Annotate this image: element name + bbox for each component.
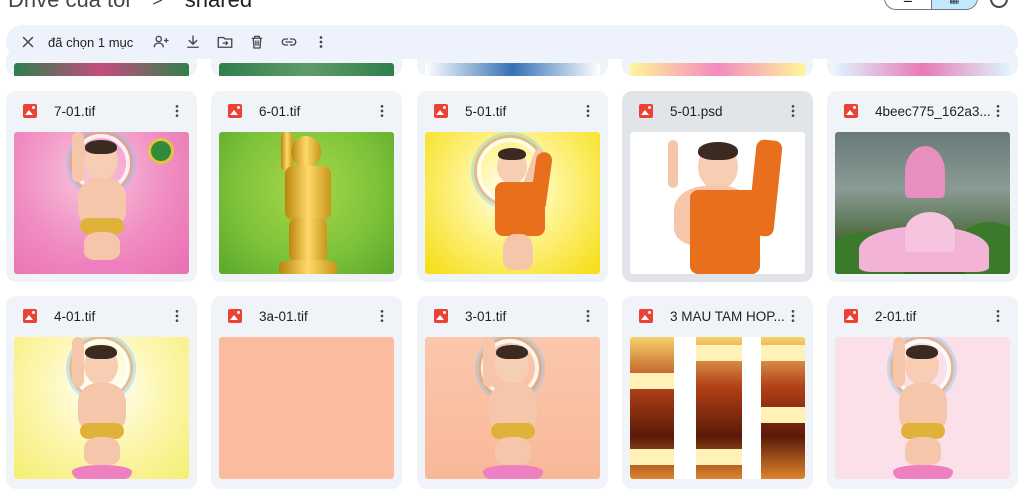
file-thumbnail	[219, 63, 394, 76]
share-button[interactable]	[145, 26, 177, 58]
breadcrumb: Drive của tôi > shared	[8, 0, 252, 14]
file-thumbnail	[425, 132, 600, 274]
image-file-icon	[639, 104, 653, 118]
more-options-button[interactable]	[578, 306, 598, 326]
file-name: 3-01.tif	[465, 308, 507, 324]
more-vert-icon	[586, 310, 590, 322]
list-icon: ☰	[903, 0, 913, 5]
more-options-button[interactable]	[988, 101, 1008, 121]
image-file-icon	[639, 309, 653, 323]
image-file-icon	[23, 104, 37, 118]
copy-link-button[interactable]	[273, 26, 305, 58]
image-file-icon	[228, 309, 242, 323]
delete-button[interactable]	[241, 26, 273, 58]
more-options-button[interactable]	[578, 101, 598, 121]
file-card[interactable]: 3a-01.tif	[211, 296, 402, 489]
info-icon[interactable]	[990, 0, 1008, 8]
grid-view-button[interactable]: ▦	[930, 0, 977, 9]
file-thumbnail	[630, 132, 805, 274]
breadcrumb-root[interactable]: Drive của tôi	[8, 0, 130, 13]
more-options-button[interactable]	[372, 101, 392, 121]
more-vert-icon	[791, 310, 795, 322]
more-vert-icon	[319, 36, 323, 48]
more-options-button[interactable]	[783, 306, 803, 326]
file-thumbnail	[630, 63, 805, 76]
file-thumbnail	[219, 337, 394, 479]
list-view-button[interactable]: ☰	[885, 0, 931, 9]
file-card[interactable]: 2-01.tif	[827, 296, 1018, 489]
file-card[interactable]: 4beec775_162a3...	[827, 91, 1018, 282]
file-card-selected[interactable]: 5-01.psd	[622, 91, 813, 282]
clear-selection-button[interactable]	[12, 26, 44, 58]
download-button[interactable]	[177, 26, 209, 58]
file-name: 6-01.tif	[259, 103, 301, 119]
more-vert-icon	[380, 105, 384, 117]
file-thumbnail	[425, 63, 600, 76]
link-icon	[281, 38, 297, 46]
image-file-icon	[844, 309, 858, 323]
file-name: 4-01.tif	[54, 308, 96, 324]
more-vert-icon	[175, 310, 179, 322]
file-thumbnail	[835, 132, 1010, 274]
file-thumbnail	[630, 337, 805, 479]
file-name: 3a-01.tif	[259, 308, 308, 324]
image-file-icon	[844, 104, 858, 118]
more-vert-icon	[791, 105, 795, 117]
file-thumbnail	[425, 337, 600, 479]
file-name: 2-01.tif	[875, 308, 917, 324]
file-thumbnail	[14, 132, 189, 274]
file-thumbnail	[835, 63, 1010, 76]
file-name: 5-01.tif	[465, 103, 507, 119]
selection-count: đã chọn 1 mục	[48, 34, 134, 50]
file-card[interactable]: 4-01.tif	[6, 296, 197, 489]
file-thumbnail	[219, 132, 394, 274]
file-card[interactable]: 3-01.tif	[417, 296, 608, 489]
grid-icon: ▦	[949, 0, 959, 5]
file-name: 4beec775_162a3...	[875, 103, 991, 119]
file-thumbnail	[14, 337, 189, 479]
more-options-button[interactable]	[988, 306, 1008, 326]
more-options-button[interactable]	[167, 306, 187, 326]
file-card[interactable]: 3 MAU TAM HOP...	[622, 296, 813, 489]
trash-icon	[252, 35, 263, 49]
file-card[interactable]: 5-01.tif	[417, 91, 608, 282]
file-card[interactable]: 6-01.tif	[211, 91, 402, 282]
more-options-button[interactable]	[372, 306, 392, 326]
image-file-icon	[434, 309, 448, 323]
add-person-icon	[153, 35, 169, 48]
more-vert-icon	[175, 105, 179, 117]
more-options-button[interactable]	[167, 101, 187, 121]
selection-toolbar: đã chọn 1 mục	[6, 25, 1018, 59]
file-thumbnail	[835, 337, 1010, 479]
file-name: 7-01.tif	[54, 103, 96, 119]
more-vert-icon	[996, 310, 1000, 322]
file-name: 3 MAU TAM HOP...	[670, 308, 785, 324]
file-card[interactable]: 7-01.tif	[6, 91, 197, 282]
download-icon	[187, 35, 200, 48]
file-name: 5-01.psd	[670, 103, 723, 119]
file-thumbnail	[14, 63, 189, 76]
move-button[interactable]	[209, 26, 241, 58]
more-vert-icon	[996, 105, 1000, 117]
more-vert-icon	[586, 105, 590, 117]
breadcrumb-separator: >	[152, 0, 163, 11]
more-actions-button[interactable]	[305, 26, 337, 58]
image-file-icon	[228, 104, 242, 118]
view-toggle: ☰ ▦	[884, 0, 978, 10]
more-vert-icon	[380, 310, 384, 322]
close-icon	[22, 36, 34, 48]
image-file-icon	[434, 104, 448, 118]
breadcrumb-current[interactable]: shared	[185, 0, 252, 13]
move-to-folder-icon	[217, 36, 233, 48]
image-file-icon	[23, 309, 37, 323]
drive-folder-view: Drive của tôi > shared ☰ ▦ đã chọn 1 mục	[0, 0, 1024, 489]
more-options-button[interactable]	[783, 101, 803, 121]
